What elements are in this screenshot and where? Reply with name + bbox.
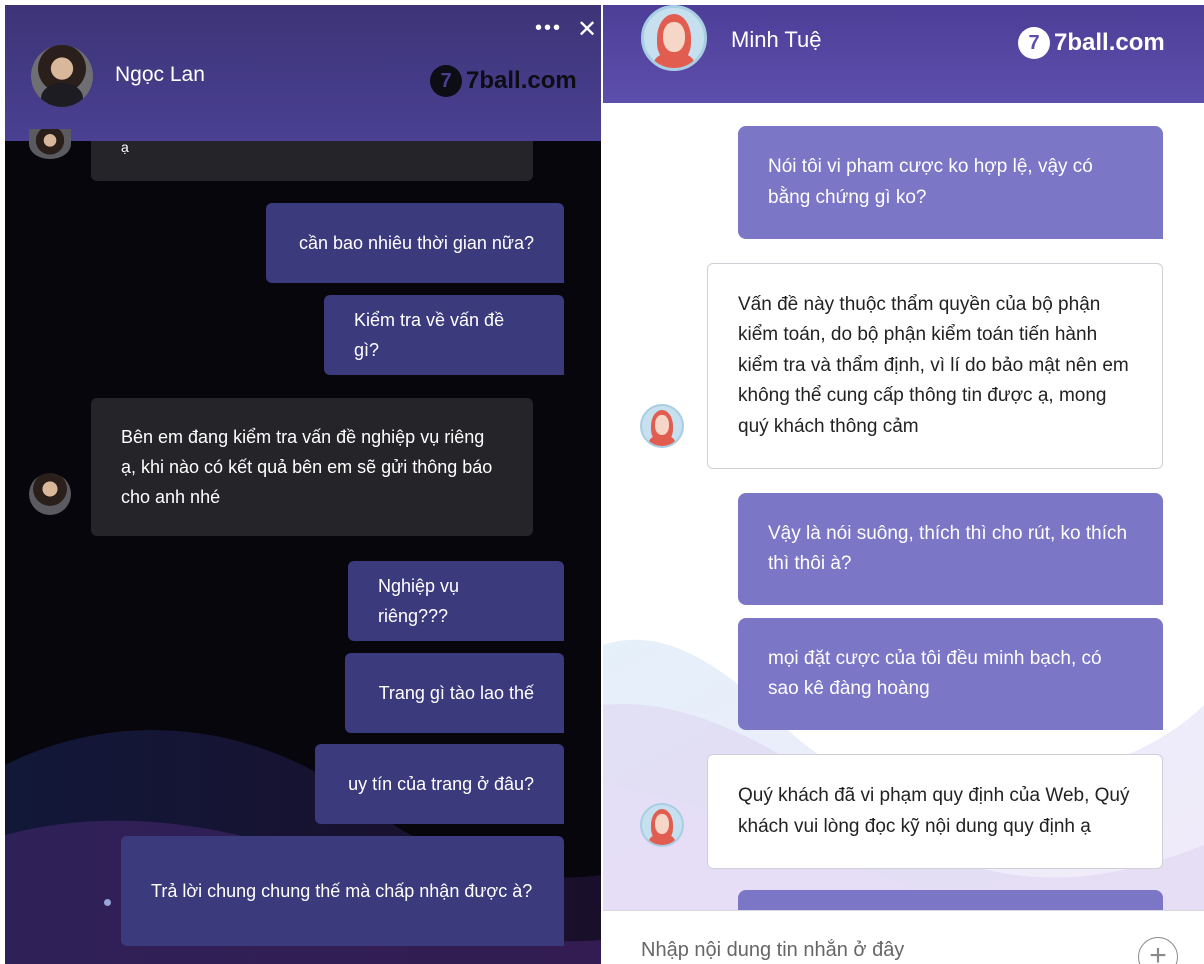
more-options-icon[interactable]: ••• [535,17,562,40]
brand-logo-icon: 7 [1018,27,1050,59]
message-bubble-user-partial [738,890,1163,910]
agent-avatar-small [640,803,684,847]
message-bubble-user: Nghiệp vụ riêng??? [348,561,564,641]
message-bubble-user: cần bao nhiêu thời gian nữa? [266,203,564,283]
message-text: mọi đặt cược của tôi đều minh bạch, có s… [768,647,1102,700]
agent-avatar [641,5,707,71]
message-bubble-user: Kiểm tra về vấn đề gì? [324,295,564,375]
message-composer: + [603,910,1204,964]
close-icon[interactable]: ✕ [577,15,597,44]
message-text: uy tín của trang ở đâu? [348,774,534,794]
typing-indicator-dot [104,899,111,906]
message-text: ạ [121,139,129,155]
message-text: Kiểm tra về vấn đề gì? [354,310,505,360]
message-bubble-user: Nói tôi vi pham cược ko hợp lệ, vậy có b… [738,126,1163,239]
message-bubble-user: Vậy là nói suông, thích thì cho rút, ko … [738,493,1163,605]
message-bubble-agent: ạ [91,139,533,181]
brand-text: 7ball.com [466,67,577,94]
message-bubble-user: Trả lời chung chung thế mà chấp nhận đượ… [121,836,564,946]
right-chat-panel: Minh Tuệ 7 7ball.com Nói tôi vi pham cượ… [603,5,1204,964]
agent-avatar-small [640,404,684,448]
message-text: Quý khách đã vi phạm quy định của Web, Q… [738,785,1130,837]
message-bubble-agent: Quý khách đã vi phạm quy định của Web, Q… [707,754,1163,869]
message-bubble-agent: Bên em đang kiểm tra vấn đề nghiệp vụ ri… [91,398,533,536]
agent-name: Minh Tuệ [731,27,822,52]
message-bubble-user: Trang gì tào lao thế [345,653,564,733]
message-text: Trả lời chung chung thế mà chấp nhận đượ… [151,881,533,901]
message-text: Nói tôi vi pham cược ko hợp lệ, vậy có b… [768,156,1093,208]
brand-logo: 7 7ball.com [430,65,577,97]
chat-header: Minh Tuệ 7 7ball.com [603,5,1204,103]
add-attachment-button[interactable]: + [1138,937,1178,964]
left-chat-panel: Ngọc Lan ••• ✕ 7 7ball.com ạ cần bao nhi… [5,5,601,964]
brand-text: 7ball.com [1054,29,1165,56]
chat-header: Ngọc Lan ••• ✕ 7 7ball.com [5,5,601,141]
message-text: Bên em đang kiểm tra vấn đề nghiệp vụ ri… [121,427,493,507]
agent-avatar-small [29,473,71,515]
message-bubble-user: uy tín của trang ở đâu? [315,744,564,824]
message-text: Vậy là nói suông, thích thì cho rút, ko … [768,522,1128,575]
message-text: cần bao nhiêu thời gian nữa? [298,233,534,253]
message-input[interactable] [641,939,1121,962]
brand-logo: 7 7ball.com [1018,27,1165,59]
agent-avatar [31,45,93,107]
message-text: Trang gì tào lao thế [378,683,534,703]
agent-avatar-small [29,129,71,159]
agent-name: Ngọc Lan [115,63,205,86]
message-text: Nghiệp vụ riêng??? [378,576,460,626]
message-bubble-user: mọi đặt cược của tôi đều minh bạch, có s… [738,618,1163,730]
message-bubble-agent: Vấn đề này thuộc thẩm quyền của bộ phận … [707,263,1163,469]
brand-logo-icon: 7 [430,65,462,97]
message-text: Vấn đề này thuộc thẩm quyền của bộ phận … [738,293,1129,437]
